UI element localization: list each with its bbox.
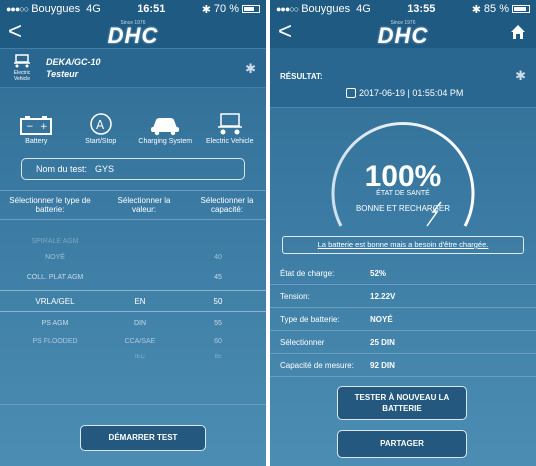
picker-standard-option[interactable]: DIN [110, 320, 170, 327]
result-header: RÉSULTAT: 2017-06-19 | 01:55:04 PM ✱ [270, 48, 536, 108]
svg-text:+: + [40, 122, 48, 132]
picker-selected-capacity[interactable]: 50 [170, 297, 266, 306]
picker-capacity-option[interactable]: 65 [170, 354, 266, 360]
network-label: 4G [86, 3, 101, 15]
health-percent: 100% [364, 160, 442, 193]
picker-type-option[interactable]: SPIRALE AGM [0, 238, 110, 245]
picker-selected-row[interactable]: VRLA/GEL EN 50 [0, 290, 266, 312]
divider [0, 404, 266, 405]
tester-label: Testeur [46, 69, 79, 79]
dhc-logo: Since 1976 DHC [107, 20, 159, 48]
status-bar: ●●●○○ Bouygues 4G 16:51 ✱ 70 % [0, 0, 266, 18]
test-setup-screen: ●●●○○ Bouygues 4G 16:51 ✱ 70 % < Since 1… [0, 0, 266, 466]
picker-selected-standard[interactable]: EN [110, 297, 170, 306]
test-name-value[interactable]: GYS [95, 164, 114, 174]
clock-time: 16:51 [137, 3, 166, 15]
picker-standard-option[interactable]: CCA/SAE [110, 338, 170, 345]
clock-icon [346, 88, 356, 98]
picker-capacity-option[interactable]: 60 [170, 338, 266, 345]
health-state-label: ÉTAT DE SANTÉ [376, 190, 430, 197]
svg-text:A: A [96, 118, 105, 132]
svg-text:−: − [26, 122, 34, 132]
result-screen: ●●●○○ Bouygues 4G 13:55 ✱ 85 % < Since 1… [270, 0, 536, 466]
bluetooth-icon: ✱ [515, 68, 526, 83]
ev-mini-label: Electric Vehicle [13, 70, 31, 82]
electric-vehicle-icon [217, 113, 242, 135]
bluetooth-status-icon: ✱ [471, 3, 481, 16]
signal-icon: ●●●○○ [6, 4, 29, 14]
battery-percent: 85 % [483, 3, 509, 15]
home-icon[interactable] [510, 24, 526, 40]
detail-row: Type de batterie: NOYÉ [270, 308, 536, 331]
picker-column-headers: Sélectionner le type de batterie: Sélect… [0, 190, 266, 220]
start-test-button[interactable]: DÉMARRER TEST [80, 425, 206, 451]
picker-capacity-option[interactable]: 40 [170, 254, 266, 261]
picker-type-option[interactable]: NOYÉ [0, 254, 110, 261]
bluetooth-status-icon: ✱ [201, 3, 211, 16]
back-icon[interactable]: < [8, 20, 22, 44]
result-details: État de charge: 52% Tension: 12.22V Type d… [270, 262, 536, 377]
retest-button[interactable]: TESTER À NOUVEAU LA BATTERIE [337, 386, 467, 420]
nav-bar: < Since 1976 DHC [270, 18, 536, 48]
clock-time: 13:55 [407, 3, 436, 15]
status-bar: ●●●○○ Bouygues 4G 13:55 ✱ 85 % [270, 0, 536, 18]
mode-selector: − + Battery A Start/Stop Charging System … [0, 94, 266, 150]
result-label: RÉSULTAT: [280, 72, 323, 81]
electric-vehicle-mini-icon: Electric Vehicle [8, 54, 36, 82]
detail-row: Capacité de mesure: 92 DIN [270, 354, 536, 377]
picker-type-option[interactable]: PS FLOODED [0, 338, 110, 345]
column-header-value: Sélectionner la valeur: [117, 196, 171, 214]
dhc-logo: Since 1976 DHC [377, 20, 429, 48]
tester-row[interactable]: Electric Vehicle DEKA/GC-10 Testeur ✱ [0, 48, 266, 88]
health-condition: BONNE ET RECHARGER [355, 204, 451, 213]
nav-bar: < Since 1976 DHC [0, 18, 266, 48]
bluetooth-icon: ✱ [245, 61, 256, 76]
column-header-type: Sélectionner le type de batterie: [9, 196, 91, 214]
result-datetime: 2017-06-19 | 01:55:04 PM [346, 88, 463, 98]
detail-row: Tension: 12.22V [270, 285, 536, 308]
picker-capacity-option[interactable]: 45 [170, 274, 266, 281]
mode-battery[interactable]: − + Battery [6, 114, 66, 146]
picker-type-option[interactable]: PS AGM [0, 320, 110, 327]
carrier-label: Bouygues [31, 3, 81, 15]
charging-car-icon [151, 118, 180, 136]
picker-selected-type[interactable]: VRLA/GEL [0, 297, 110, 306]
test-name-field[interactable]: Nom du test: GYS [21, 158, 245, 180]
mode-electric-vehicle[interactable]: Electric Vehicle [200, 112, 260, 146]
battery-picker[interactable]: SPIRALE AGM NOYÉ 40 COLL. PLAT AGM 45 VR… [0, 232, 266, 402]
signal-icon: ●●●○○ [276, 4, 299, 14]
column-header-capacity: Sélectionner la capacité: [200, 196, 254, 214]
test-name-label: Nom du test: [36, 164, 88, 174]
picker-type-option[interactable]: COLL. PLAT AGM [0, 274, 110, 281]
picker-capacity-option[interactable]: 55 [170, 320, 266, 327]
mode-charging-system[interactable]: Charging System [135, 114, 195, 146]
carrier-label: Bouygues [301, 3, 351, 15]
battery-status-icon [512, 5, 530, 13]
battery-percent: 70 % [213, 3, 239, 15]
battery-icon: − + [20, 116, 53, 135]
picker-standard-option[interactable]: IEC [110, 354, 170, 360]
back-icon[interactable]: < [278, 20, 292, 44]
mode-start-stop[interactable]: A Start/Stop [71, 112, 131, 146]
detail-row: État de charge: 52% [270, 262, 536, 285]
share-button[interactable]: PARTAGER [337, 430, 467, 458]
result-message: La batterie est bonne mais a besoin d'êt… [282, 236, 524, 254]
detail-row: Sélectionner 25 DIN [270, 331, 536, 354]
start-stop-icon: A [90, 113, 112, 135]
battery-status-icon [242, 5, 260, 13]
network-label: 4G [356, 3, 371, 15]
tester-model: DEKA/GC-10 [46, 57, 101, 67]
